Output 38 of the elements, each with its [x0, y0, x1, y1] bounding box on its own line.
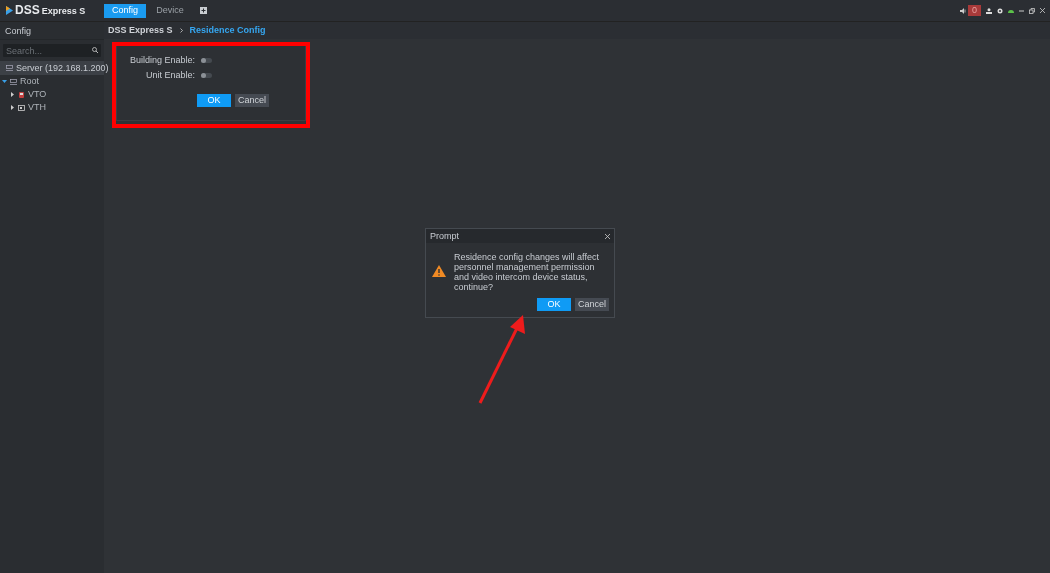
speaker-icon	[960, 7, 966, 14]
field-label: Unit Enable:	[144, 70, 195, 81]
expand-caret-icon[interactable]	[2, 79, 7, 84]
chevron-icon	[179, 28, 183, 33]
organization-icon	[10, 78, 17, 85]
logo-text: DSS	[15, 3, 40, 18]
tab[interactable]: Device	[149, 3, 191, 18]
edition-label: Express S	[41, 5, 86, 16]
breadcrumb-link[interactable]: Residence Config	[189, 25, 266, 36]
close-icon	[1040, 8, 1045, 13]
gauge-icon	[1008, 8, 1014, 13]
settings-icon	[997, 7, 1003, 14]
search-icon	[92, 47, 98, 53]
warning-icon	[432, 265, 448, 279]
expand-caret-icon[interactable]	[10, 92, 15, 97]
cancel-button[interactable]: Cancel	[235, 94, 269, 107]
toggle-switch[interactable]	[201, 58, 212, 63]
toggle-switch[interactable]	[201, 73, 212, 78]
dialog-message: Residence config changes will affect personnel management permission and video intercom device status, continue?	[454, 252, 600, 292]
user-icon	[986, 7, 992, 14]
dialog-title: Prompt	[430, 230, 459, 242]
field-label: Building Enable:	[128, 55, 195, 66]
server-icon	[6, 65, 13, 71]
logo-icon	[6, 6, 13, 15]
tree-item[interactable]: Root	[20, 76, 39, 87]
tree-item[interactable]: VTH	[28, 102, 46, 113]
monitor-icon	[18, 104, 25, 111]
expand-caret-icon[interactable]	[10, 105, 15, 110]
door-station-icon	[18, 91, 25, 98]
minimize-icon	[1019, 8, 1024, 13]
cancel-button[interactable]: Cancel	[575, 298, 609, 311]
restore-icon	[1029, 7, 1035, 14]
breadcrumb-link[interactable]: DSS Express S	[108, 25, 173, 36]
sidebar-title: Config	[5, 26, 31, 36]
add-tab-icon	[200, 7, 207, 14]
tree-item[interactable]: VTO	[28, 89, 47, 100]
close-icon[interactable]	[605, 233, 610, 239]
search-field[interactable]: Search...	[3, 44, 101, 57]
